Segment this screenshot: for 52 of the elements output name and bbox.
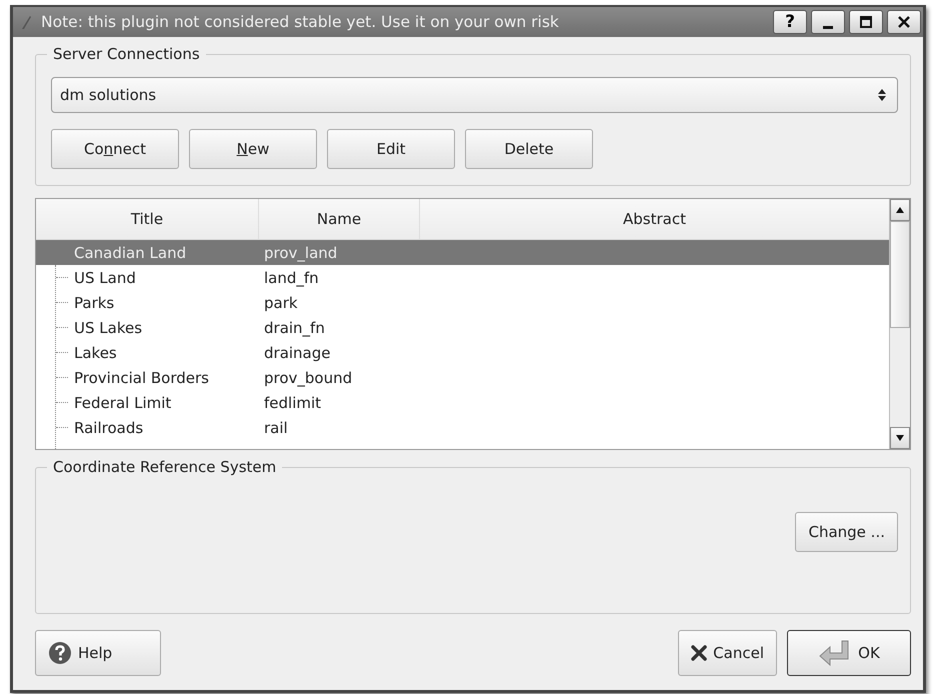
table-row[interactable]: Railroads rail bbox=[36, 415, 889, 440]
table-cell: US Lakes bbox=[74, 318, 142, 336]
table-cell: Federal Limit bbox=[74, 394, 172, 412]
cross-icon bbox=[691, 645, 708, 661]
table-cell: land_fn bbox=[264, 268, 319, 286]
scrollbar[interactable] bbox=[889, 199, 910, 449]
connection-dropdown[interactable]: dm solutions bbox=[51, 77, 898, 113]
table-cell: Railroads bbox=[74, 418, 144, 436]
up-arrow-icon bbox=[895, 206, 905, 214]
down-arrow-icon bbox=[895, 434, 905, 442]
table-row[interactable]: Provincial Borders prov_bound bbox=[36, 365, 889, 390]
action-button[interactable]: New bbox=[189, 129, 317, 169]
table-cell: Provincial Borders bbox=[74, 368, 209, 386]
table-cell: rail bbox=[264, 418, 288, 436]
table-cell: prov_bound bbox=[264, 368, 352, 386]
selected-row[interactable]: Canadian Land prov_land bbox=[36, 240, 889, 265]
minimize-button[interactable] bbox=[811, 10, 845, 34]
table-cell: US Land bbox=[74, 268, 136, 286]
group-label: Server Connections bbox=[52, 45, 201, 63]
table-row[interactable]: Lakes drainage bbox=[36, 340, 889, 365]
table-cell: fedlimit bbox=[264, 394, 322, 412]
table-cell: Lakes bbox=[74, 344, 117, 362]
table-cell: Parks bbox=[74, 294, 114, 312]
column-header[interactable]: Abstract bbox=[420, 199, 889, 239]
table-cell: park bbox=[264, 294, 298, 312]
table-row[interactable]: Federal Limit fedlimit bbox=[36, 390, 889, 415]
action-button[interactable]: Delete bbox=[465, 129, 593, 169]
action-button[interactable]: Edit bbox=[327, 129, 455, 169]
close-button[interactable] bbox=[887, 10, 921, 34]
cancel-button[interactable]: Cancel bbox=[678, 630, 777, 676]
question-icon bbox=[48, 641, 72, 665]
table-row[interactable]: Parks park bbox=[36, 290, 889, 315]
group-label: Coordinate Reference System bbox=[52, 458, 278, 476]
change-button[interactable]: Change ... bbox=[795, 512, 898, 552]
table-cell: prov_land bbox=[264, 244, 338, 262]
action-button[interactable]: Connect bbox=[51, 129, 179, 169]
table-cell: drain_fn bbox=[264, 318, 325, 336]
maximize-icon bbox=[859, 15, 873, 29]
maximize-button[interactable] bbox=[849, 10, 883, 34]
table-cell: Canadian Land bbox=[74, 244, 186, 262]
table-cell: drainage bbox=[264, 344, 330, 362]
close-icon bbox=[897, 15, 911, 29]
ok-button[interactable]: OK bbox=[787, 630, 911, 676]
column-header[interactable]: Title bbox=[36, 199, 259, 239]
help-button[interactable]: Help bbox=[35, 630, 161, 676]
minimize-icon bbox=[823, 26, 833, 28]
help-title-button[interactable]: ? bbox=[773, 10, 807, 34]
spinner-arrows-icon bbox=[877, 88, 887, 102]
column-header[interactable]: Name bbox=[259, 199, 420, 239]
window-title: Note: this plugin not considered stable yet. Use it on your own risk bbox=[41, 13, 560, 31]
table-row[interactable]: US Lakes drain_fn bbox=[36, 315, 889, 340]
table-row[interactable]: US Land land_fn bbox=[36, 265, 889, 290]
